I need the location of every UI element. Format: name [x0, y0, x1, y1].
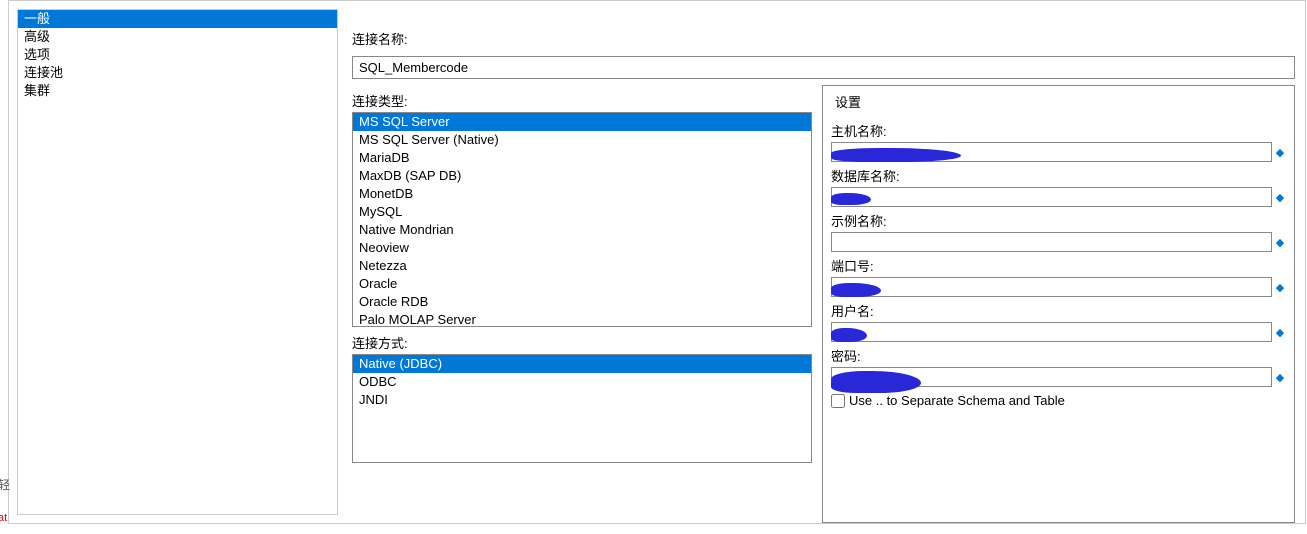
settings-panel: 设置 主机名称: ◆ 数据库名称: ◆	[822, 85, 1295, 523]
user-field-group: 用户名: ◆	[831, 301, 1286, 342]
list-item[interactable]: Oracle	[353, 275, 811, 293]
db-input[interactable]	[831, 187, 1272, 207]
list-item[interactable]: Oracle RDB	[353, 293, 811, 311]
list-item[interactable]: Native (JDBC)	[353, 355, 811, 373]
columns: 连接类型: MS SQL Server MS SQL Server (Nativ…	[352, 85, 1295, 523]
variable-icon[interactable]: ◆	[1274, 281, 1286, 294]
main-panel: 连接名称: 连接类型: MS SQL Server MS SQL Server …	[342, 1, 1305, 523]
list-item[interactable]: MS SQL Server	[353, 113, 811, 131]
host-label: 主机名称:	[831, 121, 1286, 140]
sidebar-item-general[interactable]: 一般	[18, 10, 337, 28]
sidebar-item-pooling[interactable]: 连接池	[18, 64, 337, 82]
user-label: 用户名:	[831, 301, 1286, 320]
sidebar-item-cluster[interactable]: 集群	[18, 82, 337, 100]
sidebar-item-options[interactable]: 选项	[18, 46, 337, 64]
connection-access-listbox[interactable]: Native (JDBC) ODBC JNDI	[352, 354, 812, 463]
password-field-group: 密码: ◆	[831, 346, 1286, 387]
left-margin-text: at	[0, 512, 7, 524]
list-item[interactable]: JNDI	[353, 391, 811, 409]
variable-icon[interactable]: ◆	[1274, 236, 1286, 249]
left-column: 连接类型: MS SQL Server MS SQL Server (Nativ…	[352, 85, 812, 523]
list-item[interactable]: MySQL	[353, 203, 811, 221]
schema-separator-checkbox[interactable]	[831, 394, 845, 408]
list-item[interactable]: MariaDB	[353, 149, 811, 167]
list-item[interactable]: MaxDB (SAP DB)	[353, 167, 811, 185]
instance-input[interactable]	[831, 232, 1272, 252]
connection-name-label: 连接名称:	[352, 29, 1295, 48]
password-label: 密码:	[831, 346, 1286, 365]
list-item[interactable]: Palo MOLAP Server	[353, 311, 811, 326]
variable-icon[interactable]: ◆	[1274, 371, 1286, 384]
connection-name-input[interactable]	[352, 56, 1295, 79]
sidebar-tabs: 一般 高级 选项 连接池 集群	[17, 9, 338, 515]
connection-type-label: 连接类型:	[352, 91, 812, 110]
schema-separator-label: Use .. to Separate Schema and Table	[849, 393, 1065, 408]
instance-label: 示例名称:	[831, 211, 1286, 230]
list-item[interactable]: Native Mondrian	[353, 221, 811, 239]
connection-access-label: 连接方式:	[352, 333, 812, 352]
user-input[interactable]	[831, 322, 1272, 342]
variable-icon[interactable]: ◆	[1274, 191, 1286, 204]
list-item[interactable]: ODBC	[353, 373, 811, 391]
list-item[interactable]: MS SQL Server (Native)	[353, 131, 811, 149]
variable-icon[interactable]: ◆	[1274, 326, 1286, 339]
list-item[interactable]: MonetDB	[353, 185, 811, 203]
port-input[interactable]	[831, 277, 1272, 297]
settings-title: 设置	[835, 92, 1286, 111]
schema-separator-row: Use .. to Separate Schema and Table	[831, 393, 1286, 408]
db-label: 数据库名称:	[831, 166, 1286, 185]
host-input[interactable]	[831, 142, 1272, 162]
dialog-window: 一般 高级 选项 连接池 集群 连接名称: 连接类型: MS SQL Serve…	[8, 0, 1306, 524]
port-label: 端口号:	[831, 256, 1286, 275]
instance-field-group: 示例名称: ◆	[831, 211, 1286, 252]
list-item[interactable]: Netezza	[353, 257, 811, 275]
variable-icon[interactable]: ◆	[1274, 146, 1286, 159]
list-item[interactable]: Neoview	[353, 239, 811, 257]
password-input[interactable]	[831, 367, 1272, 387]
sidebar-item-advanced[interactable]: 高级	[18, 28, 337, 46]
connection-type-listbox[interactable]: MS SQL Server MS SQL Server (Native) Mar…	[352, 112, 812, 327]
db-field-group: 数据库名称: ◆	[831, 166, 1286, 207]
port-field-group: 端口号: ◆	[831, 256, 1286, 297]
host-field-group: 主机名称: ◆	[831, 121, 1286, 162]
left-margin-misc: 轻	[0, 476, 10, 493]
